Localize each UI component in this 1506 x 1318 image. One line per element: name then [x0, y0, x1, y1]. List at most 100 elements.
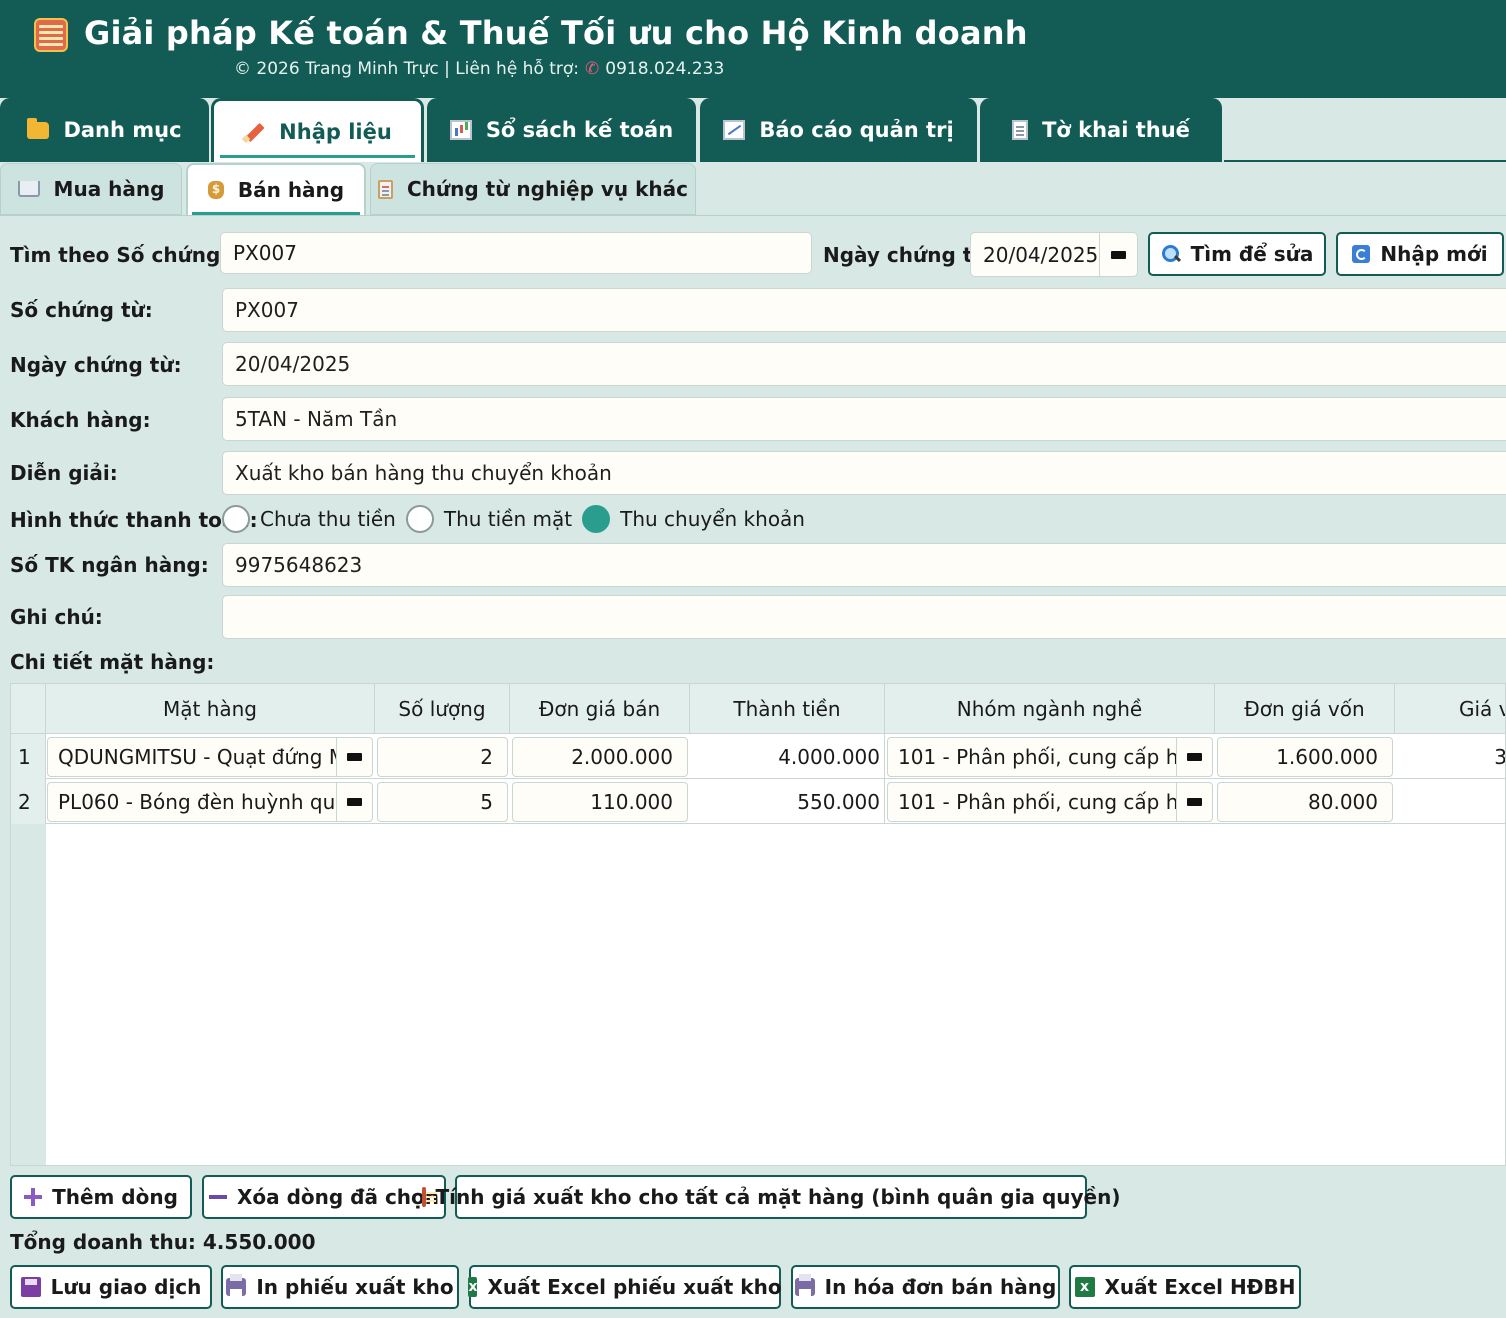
- col-header-amount[interactable]: Thành tiền: [690, 684, 885, 734]
- search-label: Tìm theo Số chứng từ: [10, 243, 252, 267]
- col-header-cost[interactable]: Đơn giá vốn: [1215, 684, 1395, 734]
- clipboard-icon: [377, 179, 393, 199]
- print-sales-invoice-button[interactable]: In hóa đơn bán hàng: [791, 1265, 1060, 1309]
- subtab-ban-hang[interactable]: Bán hàng: [186, 163, 366, 215]
- cart-icon: [17, 181, 40, 197]
- button-label: In phiếu xuất kho: [256, 1275, 454, 1299]
- payment-option-unpaid[interactable]: Chưa thu tiền: [222, 505, 396, 533]
- qty-input[interactable]: 5: [377, 782, 508, 822]
- radio-checked[interactable]: [582, 505, 611, 533]
- search-date-label: Ngày chứng từ: [823, 243, 987, 267]
- table-row[interactable]: 2 PL060 - Bóng đèn huỳnh quang 5 110.000…: [11, 779, 1505, 824]
- document-icon: [1012, 120, 1029, 140]
- abacus-icon: [34, 18, 68, 52]
- radio-unchecked[interactable]: [222, 505, 250, 533]
- tab-bao-cao-quan-tri[interactable]: Báo cáo quản trị: [700, 98, 977, 162]
- add-row-button[interactable]: Thêm dòng: [10, 1175, 192, 1219]
- dropdown-icon: [347, 798, 362, 806]
- calendar-icon: [1111, 250, 1127, 259]
- note-label: Ghi chú:: [10, 605, 103, 629]
- payment-option-transfer[interactable]: Thu chuyển khoản: [582, 505, 805, 533]
- col-header-extra[interactable]: Giá v: [1395, 684, 1505, 734]
- tab-label: Báo cáo quản trị: [759, 118, 954, 142]
- button-label: In hóa đơn bán hàng: [824, 1275, 1057, 1299]
- cost-input[interactable]: 1.600.000: [1217, 737, 1393, 777]
- dropdown-icon: [347, 753, 362, 761]
- print-delivery-note-button[interactable]: In phiếu xuất kho: [221, 1265, 459, 1309]
- radio-unchecked[interactable]: [405, 505, 434, 533]
- amount-cell: 4.000.000: [690, 734, 885, 779]
- description-field[interactable]: Xuất kho bán hàng thu chuyển khoản: [222, 451, 1506, 495]
- voucher-date-field[interactable]: 20/04/2025: [222, 342, 1506, 386]
- payment-option-cash[interactable]: Thu tiền mặt: [405, 505, 572, 533]
- button-label: Tính giá xuất kho cho tất cả mặt hàng (b…: [435, 1185, 1121, 1209]
- voucher-date-label: Ngày chứng từ:: [10, 353, 182, 377]
- col-header-group[interactable]: Nhóm ngành nghề: [885, 684, 1215, 734]
- dropdown-icon: [1187, 753, 1202, 761]
- item-value: PL060 - Bóng đèn huỳnh quang: [58, 790, 336, 814]
- copyright-text: © 2026 Trang Minh Trực | Liên hệ hỗ trợ:: [234, 59, 580, 79]
- search-date-picker[interactable]: 20/04/2025: [970, 232, 1138, 277]
- cost-input[interactable]: 80.000: [1217, 782, 1393, 822]
- bar-chart-icon: [449, 120, 472, 140]
- table-row[interactable]: 1 QDUNGMITSU - Quạt đứng MIT 2 2.000.000…: [11, 734, 1505, 779]
- price-input[interactable]: 110.000: [512, 782, 688, 822]
- items-grid: Mặt hàng Số lượng Đơn giá bán Thành tiền…: [10, 683, 1506, 1166]
- calendar-button[interactable]: [1099, 233, 1137, 276]
- description-label: Diễn giải:: [10, 461, 118, 485]
- search-date-value: 20/04/2025: [983, 242, 1099, 267]
- tab-label: Sổ sách kế toán: [485, 118, 674, 142]
- tab-danh-muc[interactable]: Danh mục: [0, 98, 209, 162]
- item-select[interactable]: PL060 - Bóng đèn huỳnh quang: [47, 782, 373, 822]
- button-label: Xuất Excel HĐBH: [1104, 1275, 1296, 1299]
- subtab-mua-hang[interactable]: Mua hàng: [0, 163, 182, 215]
- main-tabs: Danh mục Nhập liệu Sổ sách kế toán Báo c…: [0, 98, 1506, 162]
- col-header-item[interactable]: Mặt hàng: [46, 684, 375, 734]
- bank-account-field[interactable]: 9975648623: [222, 543, 1506, 587]
- price-input[interactable]: 2.000.000: [512, 737, 688, 777]
- dropdown-button[interactable]: [336, 738, 372, 776]
- row-number: 2: [11, 779, 46, 824]
- dropdown-button[interactable]: [1176, 738, 1212, 776]
- voucher-no-field[interactable]: PX007: [222, 288, 1506, 332]
- support-phone[interactable]: 0918.024.233: [605, 59, 724, 79]
- export-delivery-excel-button[interactable]: x Xuất Excel phiếu xuất kho: [468, 1265, 782, 1309]
- group-select[interactable]: 101 - Phân phối, cung cấp hàng: [887, 737, 1213, 777]
- plus-icon: [24, 1188, 43, 1206]
- excel-icon: x: [1074, 1277, 1095, 1297]
- tab-nhap-lieu[interactable]: Nhập liệu: [211, 98, 424, 162]
- export-invoice-excel-button[interactable]: x Xuất Excel HĐBH: [1069, 1265, 1301, 1309]
- payment-method-label: Hình thức thanh toán:: [10, 508, 258, 532]
- phone-icon: ✆: [585, 59, 600, 79]
- floppy-disk-icon: [20, 1277, 41, 1297]
- qty-input[interactable]: 2: [377, 737, 508, 777]
- button-label: Xóa dòng đã chọn: [236, 1185, 440, 1209]
- abacus-icon: [421, 1187, 436, 1207]
- subtab-label: Mua hàng: [53, 177, 165, 201]
- dropdown-icon: [1187, 798, 1202, 806]
- tab-so-sach-ke-toan[interactable]: Sổ sách kế toán: [427, 98, 696, 162]
- item-select[interactable]: QDUNGMITSU - Quạt đứng MIT: [47, 737, 373, 777]
- new-entry-button[interactable]: Nhập mới: [1336, 232, 1504, 276]
- find-to-edit-button[interactable]: Tìm để sửa: [1148, 232, 1326, 276]
- dropdown-button[interactable]: [336, 783, 372, 821]
- group-value: 101 - Phân phối, cung cấp hàng: [898, 790, 1176, 814]
- minus-icon: [208, 1188, 227, 1206]
- tab-divider: [1224, 160, 1506, 162]
- subtab-chung-tu-khac[interactable]: Chứng từ nghiệp vụ khác: [370, 163, 696, 215]
- pencil-icon: [243, 121, 265, 143]
- customer-field[interactable]: 5TAN - Năm Tần: [222, 397, 1506, 441]
- refresh-icon: [1352, 245, 1371, 263]
- total-revenue: Tổng doanh thu: 4.550.000: [10, 1230, 316, 1254]
- button-label: Xuất Excel phiếu xuất kho: [487, 1275, 782, 1299]
- note-field[interactable]: [222, 595, 1506, 639]
- delete-selected-rows-button[interactable]: Xóa dòng đã chọn: [202, 1175, 446, 1219]
- group-select[interactable]: 101 - Phân phối, cung cấp hàng: [887, 782, 1213, 822]
- tab-to-khai-thue[interactable]: Tờ khai thuế: [980, 98, 1222, 162]
- col-header-price[interactable]: Đơn giá bán: [510, 684, 690, 734]
- calc-issue-cost-button[interactable]: Tính giá xuất kho cho tất cả mặt hàng (b…: [421, 1175, 1120, 1219]
- search-voucher-input[interactable]: PX007: [220, 232, 812, 274]
- col-header-qty[interactable]: Số lượng: [375, 684, 510, 734]
- save-transaction-button[interactable]: Lưu giao dịch: [10, 1265, 212, 1309]
- dropdown-button[interactable]: [1176, 783, 1212, 821]
